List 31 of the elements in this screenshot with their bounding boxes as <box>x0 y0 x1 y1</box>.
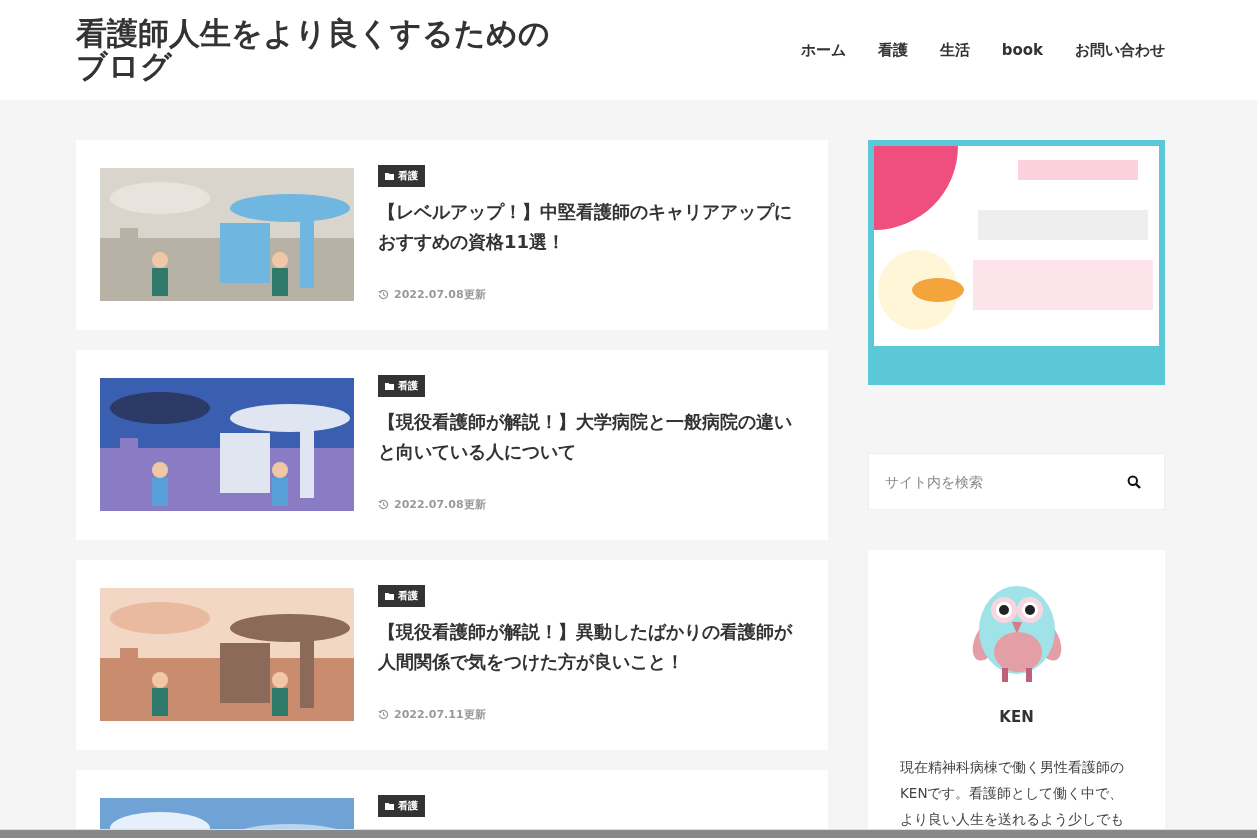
post-title[interactable]: 【現役看護師が解説！】異動したばかりの看護師が人間関係で気をつけた方が良いこと！ <box>378 617 804 677</box>
search-icon <box>1127 474 1141 489</box>
nav-link[interactable]: お問い合わせ <box>1075 40 1165 60</box>
category-text: 看護 <box>398 379 418 393</box>
folder-icon <box>385 172 394 180</box>
category-text: 看護 <box>398 589 418 603</box>
history-icon <box>378 289 389 300</box>
folder-icon <box>385 382 394 390</box>
history-icon <box>378 499 389 510</box>
nav-link[interactable]: book <box>1001 40 1043 60</box>
site-title[interactable]: 看護師人生をより良くするためのブログ <box>76 17 556 83</box>
profile-bio: 現在精神科病棟で働く男性看護師のKENです。看護師として働く中で、より良い人生を送れるよう少しでも <box>900 758 1125 829</box>
category-text: 看護 <box>398 169 418 183</box>
post-date: 2022.07.11更新 <box>394 707 486 722</box>
category-label[interactable]: 看護 <box>378 585 425 607</box>
nav-link[interactable]: ホーム <box>800 40 846 60</box>
folder-icon <box>385 802 394 810</box>
category-label[interactable]: 看護 <box>378 165 425 187</box>
post-title[interactable]: 【現役看護師が解説！】大学病院と一般病院の違いと向いている人について <box>378 407 804 467</box>
post-date: 2022.07.08更新 <box>394 287 486 302</box>
category-label[interactable]: 看護 <box>378 795 425 817</box>
folder-icon <box>385 592 394 600</box>
nav-link[interactable]: 看護 <box>877 40 908 60</box>
profile-name: KEN <box>999 708 1034 726</box>
category-text: 看護 <box>398 799 418 813</box>
category-label[interactable]: 看護 <box>378 375 425 397</box>
nav-link[interactable]: 生活 <box>939 40 970 60</box>
search-field[interactable]: サイト内を検索 <box>869 473 1122 490</box>
history-icon <box>378 709 389 720</box>
post-title[interactable]: 【レベルアップ！】中堅看護師のキャリアアップにおすすめの資格11選！ <box>378 197 804 257</box>
post-date: 2022.07.08更新 <box>394 497 486 512</box>
